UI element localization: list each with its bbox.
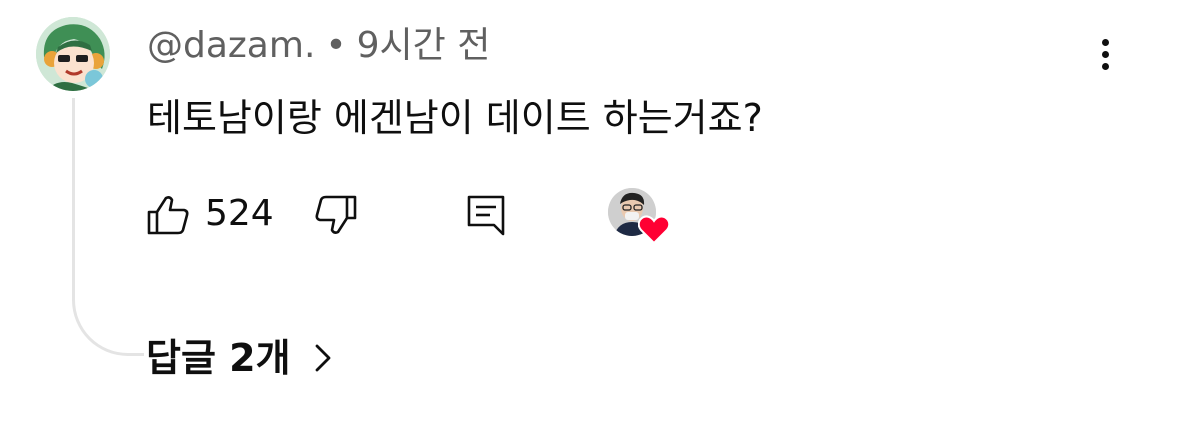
like-count: 524 bbox=[205, 193, 274, 234]
dislike-button[interactable] bbox=[314, 194, 358, 236]
heart-icon bbox=[638, 215, 670, 244]
reply-button[interactable] bbox=[466, 194, 506, 236]
comment-text: 테토남이랑 에겐남이 데이트 하는거죠? bbox=[147, 96, 763, 140]
thumb-up-icon bbox=[147, 196, 189, 235]
replies-label: 답글 2개 bbox=[146, 336, 291, 380]
comment-time[interactable]: 9시간 전 bbox=[357, 25, 491, 66]
thread-connector-line bbox=[72, 98, 144, 356]
meta-separator: • bbox=[325, 25, 347, 66]
anime-character-avatar-icon bbox=[36, 17, 110, 91]
more-options-button[interactable] bbox=[1086, 34, 1126, 76]
view-replies-button[interactable]: 답글 2개 bbox=[146, 332, 333, 384]
comment-username[interactable]: @dazam. bbox=[147, 25, 315, 66]
like-button[interactable] bbox=[146, 194, 190, 236]
chevron-right-icon bbox=[315, 344, 330, 372]
comment-meta: @dazam. • 9시간 전 bbox=[147, 22, 490, 70]
author-avatar[interactable] bbox=[36, 17, 110, 91]
thumb-down-icon bbox=[315, 195, 357, 234]
creator-heart-badge bbox=[608, 188, 670, 246]
comment-reply-icon bbox=[467, 195, 505, 236]
